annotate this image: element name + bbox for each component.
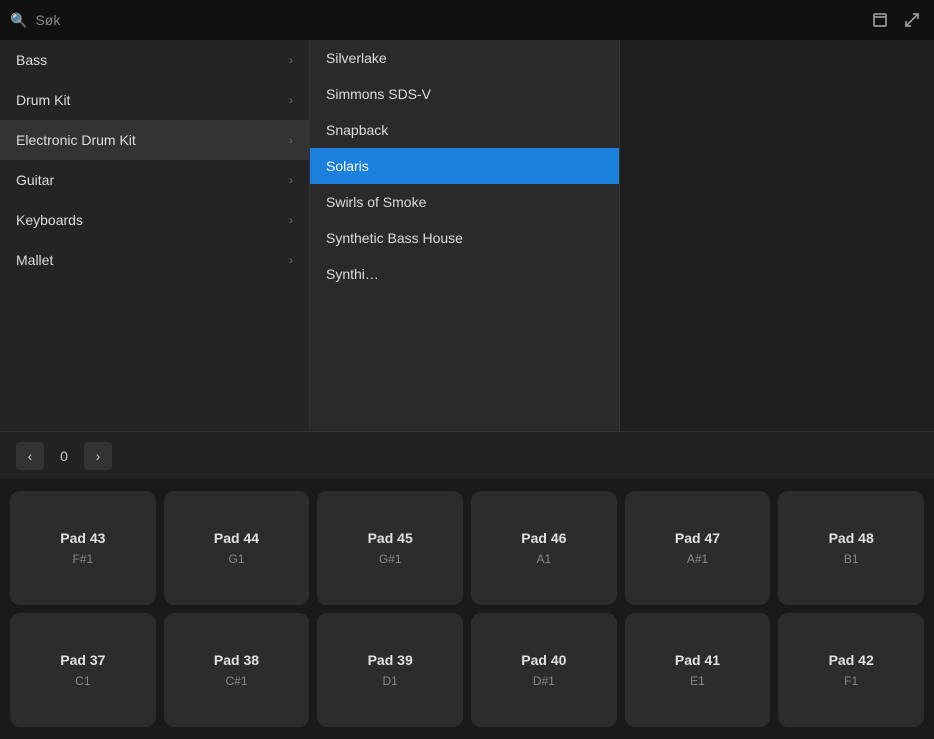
- pad-cell-pad-43[interactable]: Pad 43 F#1: [10, 491, 156, 605]
- pad-cell-pad-37[interactable]: Pad 37 C1: [10, 613, 156, 727]
- main-area: Bass ›Drum Kit ›Electronic Drum Kit ›Gui…: [0, 40, 934, 431]
- search-bar: 🔍: [0, 0, 934, 40]
- pad-name: Pad 41: [675, 652, 720, 668]
- pad-cell-pad-40[interactable]: Pad 40 D#1: [471, 613, 617, 727]
- prev-page-button[interactable]: ‹: [16, 442, 44, 470]
- chevron-right-icon: ›: [289, 93, 293, 107]
- pad-note: C#1: [225, 674, 247, 688]
- sidebar-item-mallet[interactable]: Mallet ›: [0, 240, 309, 280]
- window-icon[interactable]: [868, 8, 892, 32]
- pad-name: Pad 38: [214, 652, 259, 668]
- dropdown-item-0[interactable]: Silverlake: [310, 40, 619, 76]
- pad-cell-pad-42[interactable]: Pad 42 F1: [778, 613, 924, 727]
- pad-name: Pad 48: [829, 530, 874, 546]
- chevron-right-icon: ›: [289, 173, 293, 187]
- sidebar-item-drum-kit[interactable]: Drum Kit ›: [0, 80, 309, 120]
- search-input[interactable]: [35, 12, 860, 28]
- pad-name: Pad 40: [521, 652, 566, 668]
- collapse-icon[interactable]: [900, 8, 924, 32]
- sidebar-item-label: Keyboards: [16, 212, 83, 228]
- dropdown-item-label: Snapback: [326, 122, 388, 138]
- dropdown-item-label: Synthi…: [326, 266, 379, 282]
- pad-note: E1: [690, 674, 705, 688]
- pad-name: Pad 43: [60, 530, 105, 546]
- sidebar-item-label: Bass: [16, 52, 47, 68]
- pad-cell-pad-47[interactable]: Pad 47 A#1: [625, 491, 771, 605]
- sidebar-item-label: Mallet: [16, 252, 53, 268]
- pads-area: Pad 43 F#1Pad 44 G1Pad 45 G#1Pad 46 A1Pa…: [0, 479, 934, 739]
- pad-name: Pad 44: [214, 530, 259, 546]
- chevron-right-icon: ›: [289, 253, 293, 267]
- pad-note: A#1: [687, 552, 708, 566]
- dropdown-item-4[interactable]: Swirls of Smoke: [310, 184, 619, 220]
- sidebar-item-keyboards[interactable]: Keyboards ›: [0, 200, 309, 240]
- pad-cell-pad-48[interactable]: Pad 48 B1: [778, 491, 924, 605]
- pad-note: D#1: [533, 674, 555, 688]
- dropdown-item-label: Synthetic Bass House: [326, 230, 463, 246]
- dropdown-item-1[interactable]: Simmons SDS-V: [310, 76, 619, 112]
- pad-name: Pad 42: [829, 652, 874, 668]
- pad-note: A1: [536, 552, 551, 566]
- pad-note: F1: [844, 674, 858, 688]
- pad-note: B1: [844, 552, 859, 566]
- dropdown-item-label: Silverlake: [326, 50, 387, 66]
- pad-note: D1: [382, 674, 397, 688]
- page-number: 0: [54, 448, 74, 464]
- right-panel: [620, 40, 934, 431]
- chevron-right-icon: ›: [289, 133, 293, 147]
- pad-name: Pad 39: [368, 652, 413, 668]
- dropdown-item-2[interactable]: Snapback: [310, 112, 619, 148]
- pad-cell-pad-38[interactable]: Pad 38 C#1: [164, 613, 310, 727]
- dropdown-item-label: Solaris: [326, 158, 369, 174]
- sidebar-item-guitar[interactable]: Guitar ›: [0, 160, 309, 200]
- pad-note: G#1: [379, 552, 402, 566]
- search-icon: 🔍: [10, 12, 27, 29]
- pad-note: F#1: [72, 552, 93, 566]
- dropdown-item-label: Simmons SDS-V: [326, 86, 431, 102]
- dropdown-panel: Silverlake Simmons SDS-V Snapback Solaris Sw…: [310, 40, 620, 431]
- sidebar-item-label: Electronic Drum Kit: [16, 132, 136, 148]
- chevron-right-icon: ›: [289, 213, 293, 227]
- pad-cell-pad-41[interactable]: Pad 41 E1: [625, 613, 771, 727]
- pad-name: Pad 37: [60, 652, 105, 668]
- sidebar-item-label: Guitar: [16, 172, 54, 188]
- sidebar: Bass ›Drum Kit ›Electronic Drum Kit ›Gui…: [0, 40, 310, 431]
- pad-note: C1: [75, 674, 90, 688]
- pad-cell-pad-39[interactable]: Pad 39 D1: [317, 613, 463, 727]
- dropdown-item-6[interactable]: Synthi…: [310, 256, 619, 292]
- pad-name: Pad 47: [675, 530, 720, 546]
- sidebar-item-label: Drum Kit: [16, 92, 70, 108]
- chevron-right-icon: ›: [289, 53, 293, 67]
- pad-cell-pad-46[interactable]: Pad 46 A1: [471, 491, 617, 605]
- pagination-bar: ‹ 0 ›: [0, 431, 934, 479]
- pad-name: Pad 45: [368, 530, 413, 546]
- pad-cell-pad-44[interactable]: Pad 44 G1: [164, 491, 310, 605]
- header-icons: [868, 8, 924, 32]
- sidebar-item-bass[interactable]: Bass ›: [0, 40, 309, 80]
- pad-cell-pad-45[interactable]: Pad 45 G#1: [317, 491, 463, 605]
- dropdown-item-5[interactable]: Synthetic Bass House: [310, 220, 619, 256]
- dropdown-item-3[interactable]: Solaris: [310, 148, 619, 184]
- sidebar-item-electronic-drum-kit[interactable]: Electronic Drum Kit ›: [0, 120, 309, 160]
- next-page-button[interactable]: ›: [84, 442, 112, 470]
- pad-name: Pad 46: [521, 530, 566, 546]
- pad-note: G1: [228, 552, 244, 566]
- dropdown-item-label: Swirls of Smoke: [326, 194, 426, 210]
